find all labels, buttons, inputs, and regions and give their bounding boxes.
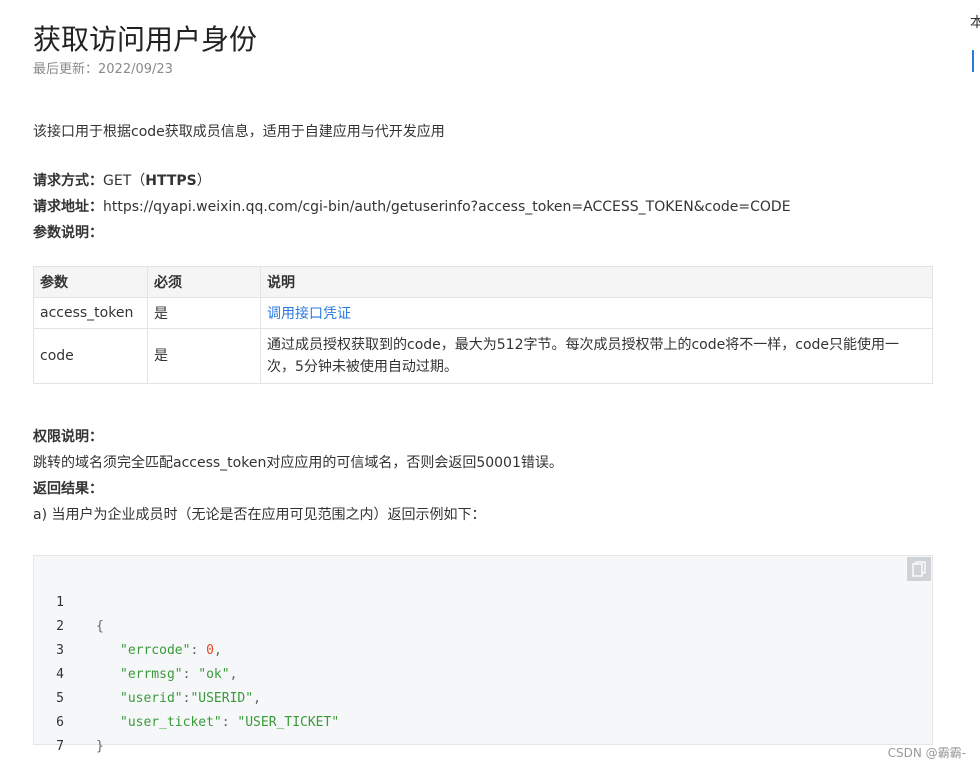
code-line: 6 } bbox=[34, 687, 104, 754]
code-sample-block[interactable]: 1 { 2 "errcode": 0, 3 "errmsg": "ok", 4 … bbox=[33, 555, 933, 754]
request-method-label: 请求方式： bbox=[33, 173, 103, 189]
table-row: code 是 通过成员授权获取到的code，最大为512字节。每次成员授权带上的… bbox=[33, 328, 933, 384]
code-line: 3 "errmsg": "ok", bbox=[34, 615, 237, 682]
request-method-close: ） bbox=[196, 173, 211, 189]
table-header-row: 参数 必须 说明 bbox=[33, 266, 933, 298]
code-key: "errcode" bbox=[120, 643, 191, 658]
watermark: CSDN @霸霸- bbox=[887, 746, 966, 760]
code-line: 1 { bbox=[34, 567, 104, 634]
copy-icon bbox=[912, 561, 926, 577]
request-url-line: 请求地址：https://qyapi.weixin.qq.com/cgi-bin… bbox=[33, 196, 791, 216]
side-nav-fragment[interactable]: 本 bbox=[970, 12, 980, 32]
code-value: "USERID" bbox=[190, 691, 254, 706]
copy-button[interactable] bbox=[907, 557, 931, 581]
request-url-label: 请求地址： bbox=[33, 199, 103, 215]
result-heading: 返回结果： bbox=[33, 478, 103, 498]
param-name: code bbox=[33, 328, 148, 384]
request-method-value: GET（ bbox=[103, 173, 146, 189]
last-updated: 最后更新：2022/09/23 bbox=[33, 62, 173, 77]
code-key: "errmsg" bbox=[120, 667, 183, 682]
intro-text: 该接口用于根据code获取成员信息，适用于自建应用与代开发应用 bbox=[33, 124, 445, 140]
code-line: 2 "errcode": 0, bbox=[34, 591, 222, 658]
table-row: access_token 是 调用接口凭证 bbox=[33, 297, 933, 329]
line-number: 7 bbox=[56, 739, 64, 754]
header-param: 参数 bbox=[33, 266, 148, 298]
access-token-doc-link[interactable]: 调用接口凭证 bbox=[267, 306, 351, 322]
param-description: 通过成员授权获取到的code，最大为512字节。每次成员授权带上的code将不一… bbox=[260, 328, 933, 384]
result-case-a: a) 当用户为企业成员时（无论是否在应用可见范围之内）返回示例如下： bbox=[33, 507, 486, 523]
side-nav-indicator bbox=[972, 50, 974, 72]
code-key: "user_ticket" bbox=[120, 715, 222, 730]
params-label: 参数说明： bbox=[33, 225, 103, 241]
header-required: 必须 bbox=[147, 266, 261, 298]
param-description: 调用接口凭证 bbox=[260, 297, 933, 329]
permissions-text: 跳转的域名须完全匹配access_token对应应用的可信域名，否则会返回500… bbox=[33, 455, 563, 471]
code-lines: 1 { 2 "errcode": 0, 3 "errmsg": "ok", 4 … bbox=[34, 567, 339, 754]
request-method-line: 请求方式：GET（HTTPS） bbox=[33, 170, 211, 190]
code-line: 5 "user_ticket": "USER_TICKET" bbox=[34, 663, 339, 730]
result-label: 返回结果： bbox=[33, 481, 103, 497]
code-value: "ok" bbox=[198, 667, 230, 682]
code-value: "USER_TICKET" bbox=[237, 715, 340, 730]
code-line: 7 bbox=[34, 711, 81, 754]
request-protocol: HTTPS bbox=[145, 173, 197, 189]
code-brace: { bbox=[96, 619, 104, 634]
param-required: 是 bbox=[147, 328, 261, 384]
page-title: 获取访问用户身份 bbox=[33, 23, 258, 56]
permissions-label: 权限说明： bbox=[33, 429, 103, 445]
code-brace: } bbox=[96, 739, 104, 754]
request-url-value: https://qyapi.weixin.qq.com/cgi-bin/auth… bbox=[103, 199, 791, 215]
permissions-heading: 权限说明： bbox=[33, 426, 103, 446]
param-required: 是 bbox=[147, 297, 261, 329]
params-heading: 参数说明： bbox=[33, 222, 103, 242]
code-value: 0 bbox=[206, 643, 214, 658]
params-table: 参数 必须 说明 access_token 是 调用接口凭证 code 是 通过… bbox=[33, 266, 933, 384]
code-key: "userid" bbox=[120, 691, 183, 706]
code-line: 4 "userid":"USERID", bbox=[34, 639, 261, 706]
header-description: 说明 bbox=[260, 266, 933, 298]
param-name: access_token bbox=[33, 297, 148, 329]
